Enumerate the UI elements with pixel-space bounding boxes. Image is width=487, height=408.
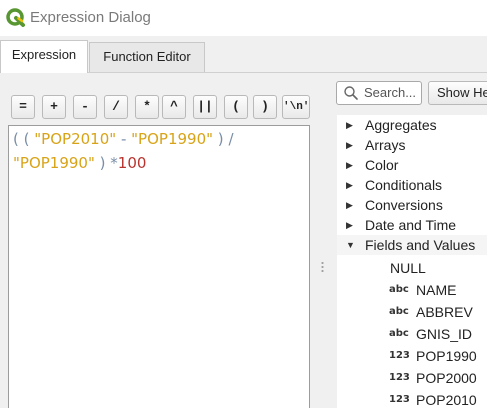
- splitter-handle[interactable]: [321, 261, 324, 273]
- operator-multiply-button[interactable]: *: [135, 95, 159, 119]
- tree-item-field[interactable]: 123 POP2010: [337, 389, 487, 408]
- tree-group-arrays[interactable]: ▶ Arrays: [337, 135, 487, 155]
- collapse-arrow-icon[interactable]: ▼: [346, 235, 358, 255]
- tree-group-color[interactable]: ▶ Color: [337, 155, 487, 175]
- operator-concat-button[interactable]: ||: [193, 95, 217, 119]
- tab-function-editor[interactable]: Function Editor: [89, 42, 205, 72]
- tree-group-label: Fields and Values: [365, 237, 476, 253]
- tree-group-label: Date and Time: [365, 217, 457, 233]
- expand-arrow-icon[interactable]: ▶: [346, 135, 358, 155]
- tree-item-field[interactable]: abc ABBREV: [337, 301, 487, 323]
- token-operator: -: [120, 130, 127, 148]
- token-open-paren: (: [23, 130, 30, 148]
- tree-item-label: POP1990: [416, 348, 477, 364]
- token-operator: /: [228, 130, 234, 148]
- tab-expression[interactable]: Expression: [0, 40, 88, 73]
- expand-arrow-icon[interactable]: ▶: [346, 195, 358, 215]
- string-type-icon: abc: [389, 306, 409, 317]
- tree-item-field[interactable]: 123 POP2000: [337, 367, 487, 389]
- operator-divide-button[interactable]: /: [104, 95, 128, 119]
- tree-item-null[interactable]: NULL: [337, 257, 487, 279]
- tree-item-label: POP2000: [416, 370, 477, 386]
- tree-item-field[interactable]: 123 POP1990: [337, 345, 487, 367]
- tree-group-date-and-time[interactable]: ▶ Date and Time: [337, 215, 487, 235]
- token-field: "POP1990": [13, 154, 95, 172]
- tree-item-label: POP2010: [416, 392, 477, 408]
- editor-line-2: "POP1990" ) *100: [13, 151, 305, 175]
- integer-type-icon: 123: [389, 372, 410, 383]
- tree-group-conditionals[interactable]: ▶ Conditionals: [337, 175, 487, 195]
- tree-item-field[interactable]: abc GNIS_ID: [337, 323, 487, 345]
- tree-group-label: Conversions: [365, 197, 443, 213]
- expression-panel: = + - / * ^ || ( ) '\n' ( ( "POP2010" - …: [0, 73, 487, 408]
- operator-open-paren-button[interactable]: (: [224, 95, 248, 119]
- tree-item-label: ABBREV: [416, 304, 473, 320]
- token-open-paren: (: [13, 130, 19, 148]
- search-placeholder: Search...: [364, 85, 417, 100]
- tab-bar: Expression Function Editor: [0, 40, 487, 73]
- integer-type-icon: 123: [389, 394, 410, 405]
- expand-arrow-icon[interactable]: ▶: [346, 215, 358, 235]
- search-icon: [344, 86, 358, 100]
- token-number: 100: [117, 154, 147, 172]
- title-bar: Expression Dialog: [0, 0, 487, 36]
- expression-editor[interactable]: ( ( "POP2010" - "POP1990" ) / "POP1990" …: [8, 125, 310, 408]
- tree-group-label: Aggregates: [365, 117, 437, 133]
- integer-type-icon: 123: [389, 350, 410, 361]
- operator-close-paren-button[interactable]: ): [253, 95, 277, 119]
- operator-power-button[interactable]: ^: [162, 95, 186, 119]
- tree-item-label: NAME: [416, 282, 457, 298]
- string-type-icon: abc: [389, 328, 409, 339]
- search-input[interactable]: Search...: [336, 81, 422, 105]
- function-tree[interactable]: ▶ Aggregates ▶ Arrays ▶ Color ▶ Conditio…: [337, 115, 487, 408]
- expand-arrow-icon[interactable]: ▶: [346, 155, 358, 175]
- tree-item-field[interactable]: abc NAME: [337, 279, 487, 301]
- operator-equals-button[interactable]: =: [11, 95, 35, 119]
- operator-newline-button[interactable]: '\n': [282, 95, 310, 119]
- tree-group-conversions[interactable]: ▶ Conversions: [337, 195, 487, 215]
- tree-item-label: NULL: [390, 260, 426, 276]
- tree-group-label: Conditionals: [365, 177, 443, 193]
- expand-arrow-icon[interactable]: ▶: [346, 175, 358, 195]
- tree-group-label: Arrays: [365, 137, 406, 153]
- show-help-button[interactable]: Show Help: [428, 81, 487, 105]
- operator-plus-button[interactable]: +: [42, 95, 66, 119]
- editor-line-1: ( ( "POP2010" - "POP1990" ) /: [13, 127, 305, 151]
- tree-group-aggregates[interactable]: ▶ Aggregates: [337, 115, 487, 135]
- token-field: "POP1990": [131, 130, 214, 148]
- string-type-icon: abc: [389, 284, 409, 295]
- tree-group-fields-and-values[interactable]: ▼ Fields and Values: [337, 235, 487, 255]
- qgis-logo-icon: [6, 8, 25, 27]
- expand-arrow-icon[interactable]: ▶: [346, 115, 358, 135]
- token-close-paren: ): [217, 130, 224, 148]
- tree-item-label: GNIS_ID: [416, 326, 473, 342]
- window-title: Expression Dialog: [30, 9, 151, 26]
- token-close-paren: ): [99, 154, 106, 172]
- token-field: "POP2010": [34, 130, 117, 148]
- operator-minus-button[interactable]: -: [73, 95, 97, 119]
- tree-group-label: Color: [365, 157, 399, 173]
- token-operator: *: [110, 154, 118, 172]
